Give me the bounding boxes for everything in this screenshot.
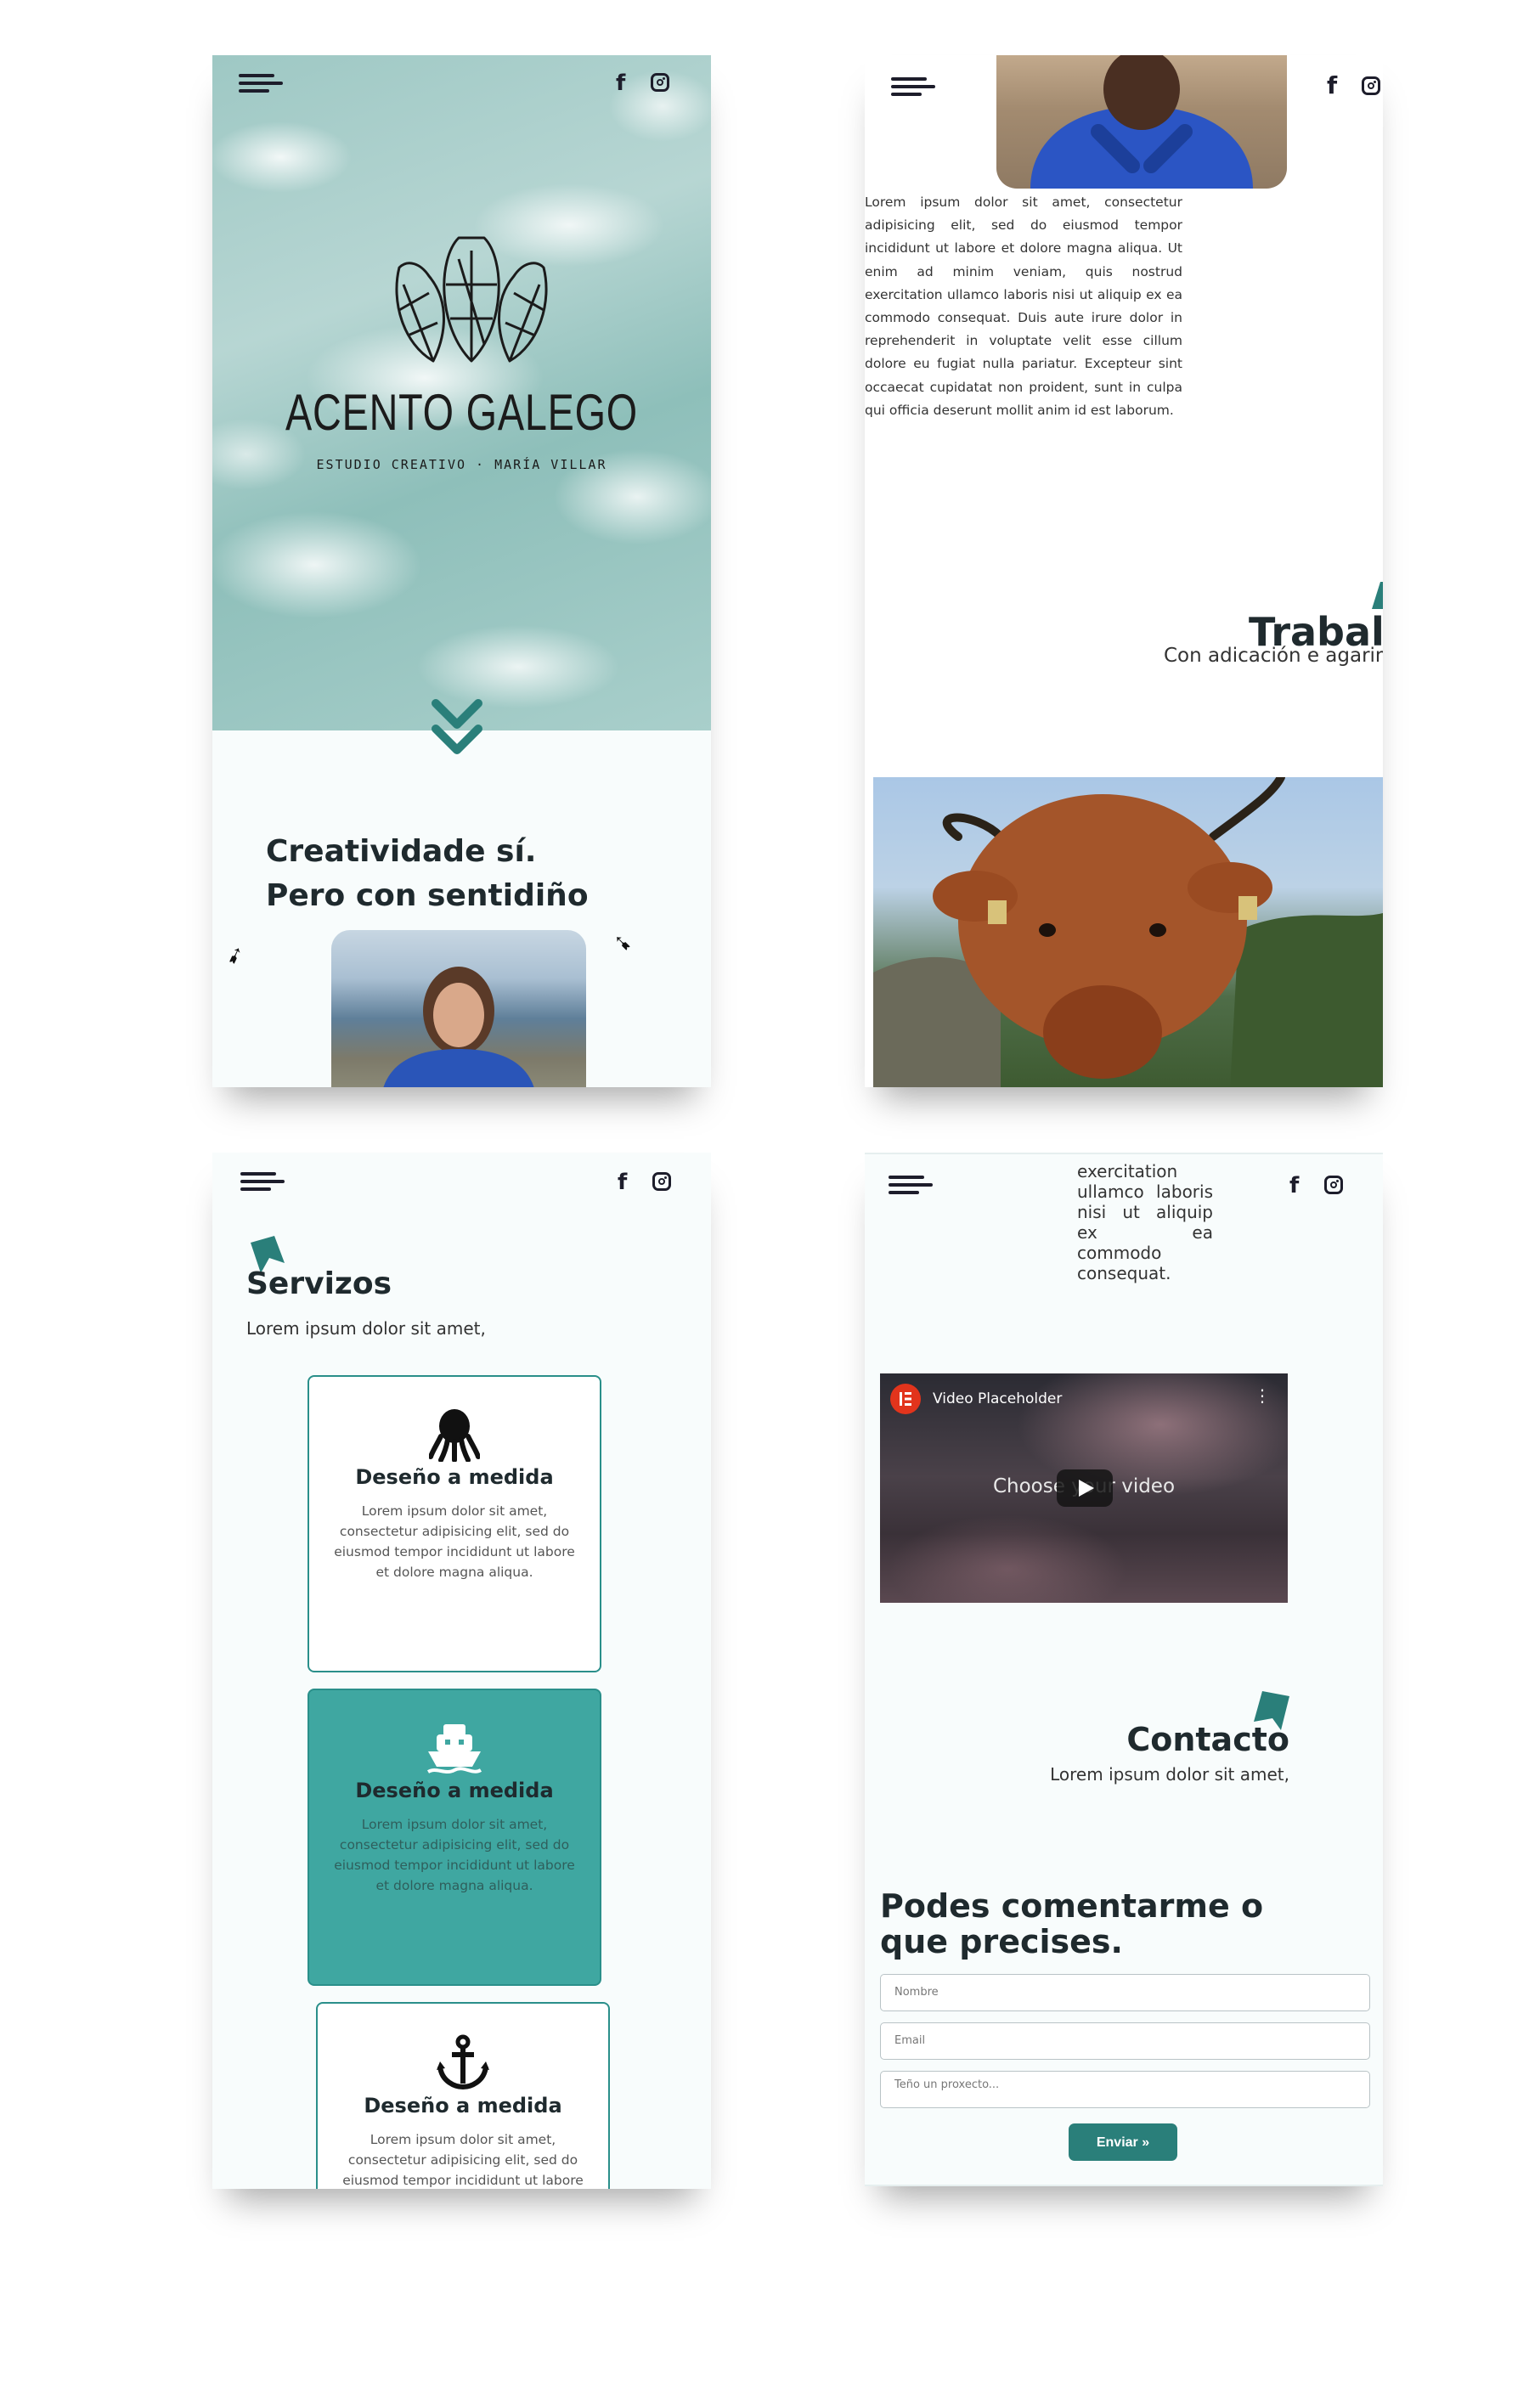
hero-headline: Creatividade sí. Pero con sentidiño — [266, 830, 589, 918]
section-subtitle-traballo: Con adicación e agarimo — [1164, 645, 1383, 667]
octopus-icon — [428, 1409, 481, 1463]
cow-photo — [873, 777, 1383, 1087]
screen-contact: f exercitation ullamco laboris nisi ut a… — [865, 1153, 1383, 2186]
facebook-icon[interactable]: f — [618, 1170, 627, 1195]
section-title-contacto: Contacto — [1126, 1721, 1289, 1758]
service-card[interactable]: Deseño a medida Lorem ipsum dolor sit am… — [307, 1689, 601, 1986]
play-button[interactable] — [1057, 1469, 1113, 1507]
headline-line-2: Pero con sentidiño — [266, 878, 589, 913]
portrait-photo — [331, 930, 586, 1087]
bookmark-flag-icon — [1372, 582, 1383, 609]
anchor-icon — [437, 2034, 489, 2090]
name-field[interactable]: Nombre — [880, 1974, 1370, 2011]
play-icon — [1079, 1480, 1094, 1497]
form-heading: Podes comentarme o que precises. — [880, 1887, 1264, 1960]
section-title-servizos: Servizos — [246, 1266, 392, 1301]
message-field[interactable]: Teño un proxecto... — [880, 2071, 1370, 2108]
screen-home: f ACENTO GALEGO ESTUDIO CREATIVO · MARÍA… — [212, 55, 711, 1087]
about-photo — [996, 55, 1287, 189]
instagram-icon[interactable] — [652, 1172, 671, 1191]
section-subtitle-contacto: Lorem ipsum dolor sit amet, — [1050, 1764, 1289, 1785]
service-card-text: Lorem ipsum dolor sit amet, consectetur … — [342, 2132, 584, 2188]
service-card-text: Lorem ipsum dolor sit amet, consectetur … — [334, 1503, 575, 1580]
shells-logo-icon — [395, 236, 548, 363]
email-field[interactable]: Email — [880, 2022, 1370, 2060]
send-button[interactable]: Enviar » — [1069, 2123, 1177, 2161]
bird-icon: ➹ — [613, 930, 632, 956]
facebook-icon[interactable]: f — [1289, 1173, 1299, 1198]
facebook-icon[interactable]: f — [1327, 73, 1337, 99]
hamburger-menu-icon[interactable] — [239, 74, 283, 94]
scroll-down-chevron-icon[interactable] — [432, 699, 482, 758]
service-card[interactable]: Deseño a medida Lorem ipsum dolor sit am… — [316, 2002, 610, 2189]
brand-name: ACENTO GALEGO — [285, 384, 638, 441]
facebook-icon[interactable]: f — [616, 70, 625, 96]
hamburger-menu-icon[interactable] — [889, 1176, 933, 1196]
more-options-icon[interactable]: ⋮ — [1254, 1387, 1271, 1404]
intro-text: exercitation ullamco laboris nisi ut ali… — [1077, 1161, 1213, 1283]
screen-services: f Servizos Lorem ipsum dolor sit amet, D… — [212, 1153, 711, 2189]
instagram-icon[interactable] — [1324, 1176, 1343, 1194]
section-subtitle-servizos: Lorem ipsum dolor sit amet, — [246, 1318, 486, 1339]
hamburger-menu-icon[interactable] — [240, 1172, 285, 1193]
instagram-icon[interactable] — [1362, 76, 1380, 95]
headline-line-1: Creatividade sí. — [266, 834, 537, 869]
bird-icon: ➹ — [222, 940, 249, 971]
brand-tagline: ESTUDIO CREATIVO · MARÍA VILLAR — [316, 457, 607, 472]
elementor-logo-icon — [890, 1384, 921, 1414]
boat-icon — [426, 1724, 482, 1774]
service-card-title: Deseño a medida — [364, 2094, 562, 2118]
hamburger-menu-icon[interactable] — [891, 77, 935, 98]
service-card-title: Deseño a medida — [355, 1465, 554, 1489]
about-body-text: Lorem ipsum dolor sit amet, consectetur … — [865, 195, 1182, 418]
video-player[interactable]: Video Placeholder ⋮ Choose your video — [880, 1373, 1288, 1603]
service-card-text: Lorem ipsum dolor sit amet, consectetur … — [334, 1817, 575, 1893]
service-card[interactable]: Deseño a medida Lorem ipsum dolor sit am… — [307, 1375, 601, 1672]
screen-about: f Lorem ipsum dolor sit amet, consectetu… — [865, 55, 1383, 1087]
service-card-title: Deseño a medida — [355, 1779, 554, 1802]
instagram-icon[interactable] — [651, 73, 669, 92]
video-title: Video Placeholder — [933, 1390, 1063, 1407]
